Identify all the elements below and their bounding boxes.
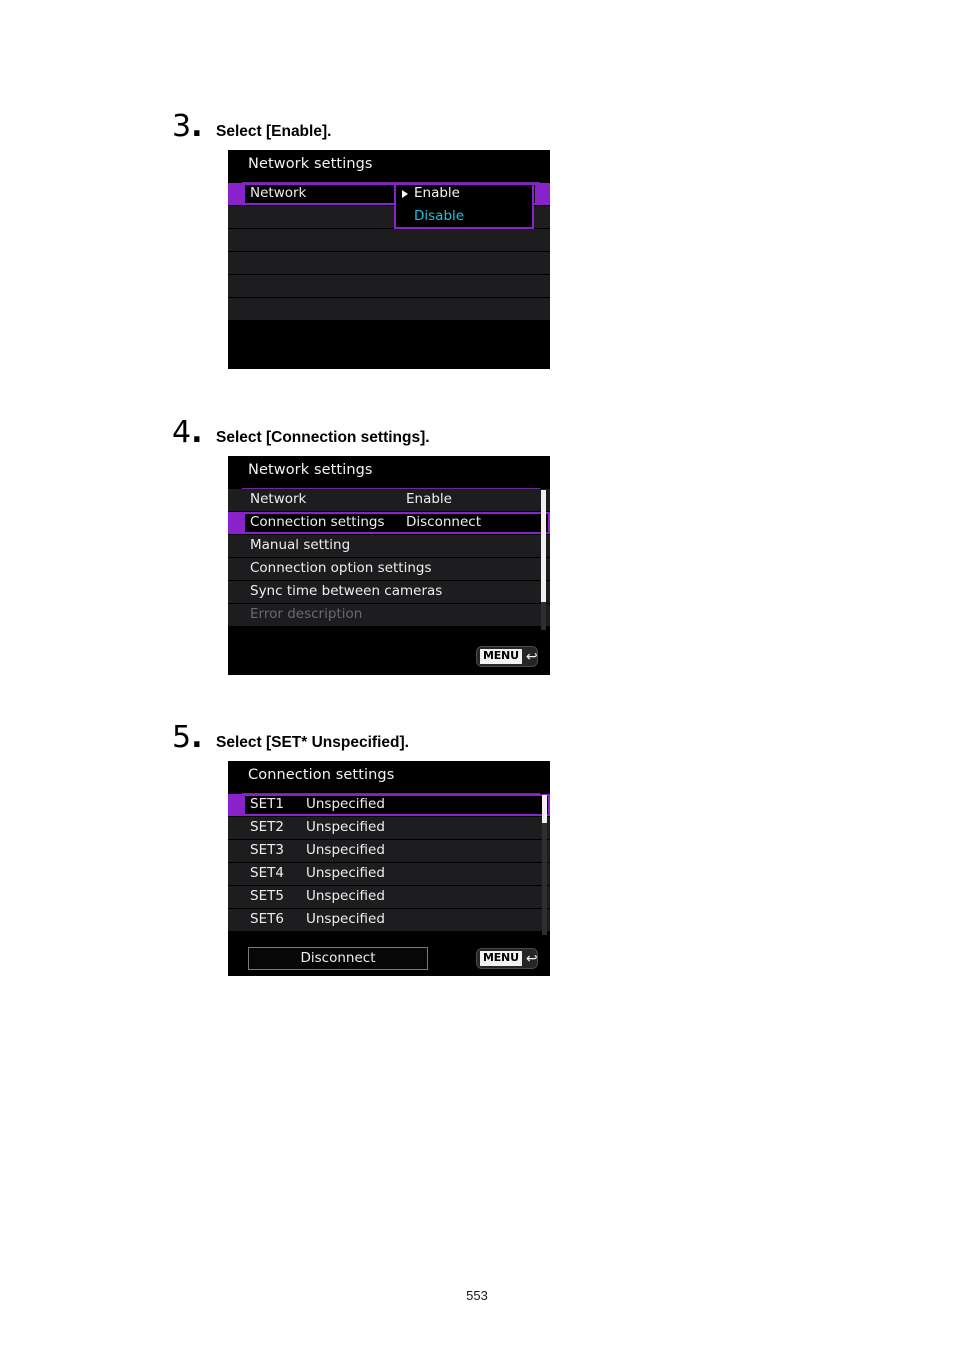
network-dropdown[interactable]: Enable Disable: [394, 183, 534, 229]
row-blank-3: [228, 252, 550, 275]
row-error-description: Error description: [228, 604, 550, 627]
dropdown-option-disable-label: Disable: [414, 208, 465, 224]
page-number: 553: [466, 1288, 488, 1303]
row-set6[interactable]: SET6 Unspecified: [228, 909, 550, 932]
row-network-value: Enable: [406, 491, 452, 507]
step-5-heading: 5. Select [SET* Unspecified].: [172, 723, 409, 753]
row-sync-time-between-cameras[interactable]: Sync time between cameras: [228, 581, 550, 604]
selection-right-edge: [535, 183, 550, 205]
row-connection-settings-label: Connection settings: [250, 514, 385, 530]
row-manual-setting[interactable]: Manual setting: [228, 535, 550, 558]
step-4-title: Select [Connection settings].: [216, 429, 430, 446]
step-4-block: 4. Select [Connection settings].: [172, 418, 430, 448]
menu-button-label: MENU: [480, 951, 522, 966]
step-4-number: 4.: [172, 415, 203, 450]
screen-2-title-bar: Network settings: [228, 456, 550, 489]
row-set1[interactable]: SET1 Unspecified: [228, 794, 550, 817]
selection-bar: [228, 794, 244, 816]
row-set6-value: Unspecified: [306, 911, 385, 927]
dropdown-option-enable[interactable]: Enable: [394, 183, 534, 206]
row-network-label: Network: [250, 185, 307, 201]
screen-2-footer: MENU ↩: [228, 641, 550, 675]
row-manual-setting-label: Manual setting: [250, 537, 351, 553]
row-network[interactable]: Network Enable: [228, 489, 550, 512]
row-sync-time-label: Sync time between cameras: [250, 583, 443, 599]
row-blank-4: [228, 275, 550, 298]
step-5-number: 5.: [172, 720, 203, 755]
row-set5-label: SET5: [250, 888, 284, 904]
camera-screen-network-settings-enable: Network settings Network Enable Disable: [228, 150, 550, 369]
scrollbar-thumb[interactable]: [542, 795, 547, 823]
screen-3-title-bar: Connection settings: [228, 761, 550, 794]
screen-3-footer: Disconnect MENU ↩: [228, 943, 550, 976]
dropdown-option-enable-label: Enable: [414, 185, 460, 201]
screen-2-row-list: Network Enable Connection settings Disco…: [228, 489, 550, 627]
row-network-label: Network: [250, 491, 307, 507]
scrollbar-track[interactable]: [542, 795, 547, 935]
row-set5-value: Unspecified: [306, 888, 385, 904]
row-set3-label: SET3: [250, 842, 284, 858]
row-error-description-label: Error description: [250, 606, 363, 622]
row-connection-option-settings-label: Connection option settings: [250, 560, 432, 576]
selected-option-arrow-icon: [402, 190, 408, 198]
row-connection-option-settings[interactable]: Connection option settings: [228, 558, 550, 581]
screen-1-footer: [228, 322, 550, 369]
row-set2-value: Unspecified: [306, 819, 385, 835]
row-blank-2: [228, 229, 550, 252]
step-3-number: 3.: [172, 109, 203, 144]
row-set2-label: SET2: [250, 819, 284, 835]
row-set1-label: SET1: [250, 796, 284, 812]
row-set4-value: Unspecified: [306, 865, 385, 881]
step-4-heading: 4. Select [Connection settings].: [172, 418, 430, 448]
dropdown-option-disable[interactable]: Disable: [394, 206, 534, 229]
menu-button[interactable]: MENU ↩: [476, 646, 538, 667]
row-connection-settings-value: Disconnect: [406, 514, 481, 530]
row-set4[interactable]: SET4 Unspecified: [228, 863, 550, 886]
camera-screen-network-settings-list: Network settings Network Enable Connecti…: [228, 456, 550, 675]
camera-screen-connection-settings: Connection settings SET1 Unspecified SET…: [228, 761, 550, 976]
row-set5[interactable]: SET5 Unspecified: [228, 886, 550, 909]
row-set3[interactable]: SET3 Unspecified: [228, 840, 550, 863]
row-connection-settings[interactable]: Connection settings Disconnect: [228, 512, 550, 535]
row-set6-label: SET6: [250, 911, 284, 927]
menu-button-label: MENU: [480, 649, 522, 664]
scrollbar-thumb[interactable]: [541, 490, 546, 602]
row-set2[interactable]: SET2 Unspecified: [228, 817, 550, 840]
screen-3-row-list: SET1 Unspecified SET2 Unspecified SET3 U…: [228, 794, 550, 932]
menu-button[interactable]: MENU ↩: [476, 948, 538, 969]
screen-2-title: Network settings: [248, 462, 373, 478]
return-arrow-icon: ↩: [525, 648, 538, 665]
return-arrow-icon: ↩: [525, 950, 538, 967]
selection-bar: [228, 512, 244, 534]
disconnect-button-label: Disconnect: [300, 950, 376, 966]
selection-bar: [228, 183, 244, 205]
step-3-title: Select [Enable].: [216, 123, 332, 140]
scrollbar-track[interactable]: [541, 490, 546, 630]
selection-outline: [243, 794, 550, 816]
screen-1-title: Network settings: [248, 156, 373, 172]
row-set3-value: Unspecified: [306, 842, 385, 858]
row-blank-5: [228, 298, 550, 321]
screen-3-title: Connection settings: [248, 767, 395, 783]
screen-1-title-bar: Network settings: [228, 150, 550, 183]
row-set4-label: SET4: [250, 865, 284, 881]
step-5-title: Select [SET* Unspecified].: [216, 734, 409, 751]
step-3-block: 3. Select [Enable].: [172, 112, 331, 142]
row-set1-value: Unspecified: [306, 796, 385, 812]
step-3-heading: 3. Select [Enable].: [172, 112, 331, 142]
disconnect-button[interactable]: Disconnect: [248, 947, 428, 970]
step-5-block: 5. Select [SET* Unspecified].: [172, 723, 409, 753]
